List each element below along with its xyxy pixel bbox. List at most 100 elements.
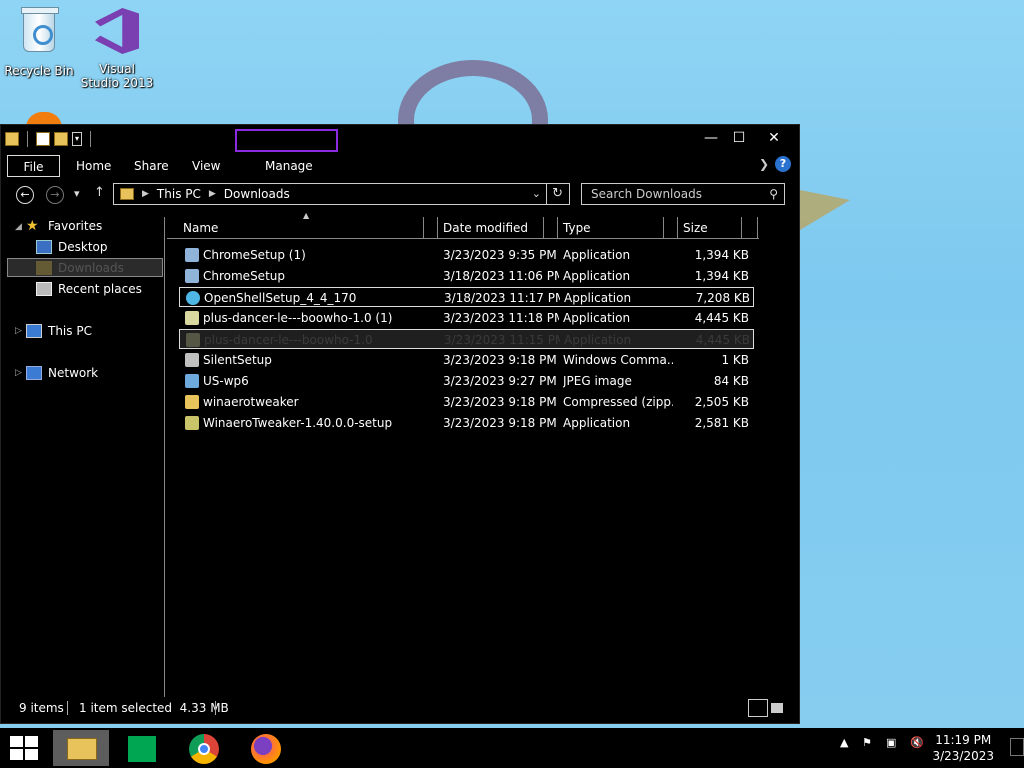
nav-this-pc[interactable]: This PC [26,322,92,340]
file-date-modified: 3/23/2023 11:18 PM [443,311,559,325]
file-type: Compressed (zipp... [563,395,673,409]
breadcrumb-this-pc[interactable]: This PC [157,187,201,201]
column-type[interactable]: Type [563,217,591,239]
new-folder-icon[interactable] [54,132,68,146]
details-view-icon[interactable] [748,699,768,717]
file-explorer-icon [67,738,97,760]
file-row[interactable]: plus-dancer-le---boowho-1.0 (1) 3/23/2023… [179,308,754,328]
file-row[interactable]: ChromeSetup (1) 3/23/2023 9:35 PM Applicat… [179,245,754,265]
minimize-button[interactable]: — [696,127,726,149]
column-resize-handle[interactable] [741,217,742,239]
file-date-modified: 3/23/2023 11:15 PM [444,333,560,347]
file-row[interactable]: OpenShellSetup_4_4_170 3/18/2023 11:17 PM… [179,287,754,307]
chevron-right-icon[interactable]: ▶ [142,189,149,199]
recent-locations-dropdown[interactable]: ▾ [74,187,80,200]
column-resize-handle[interactable] [663,217,664,239]
search-icon[interactable]: ⚲ [769,184,778,204]
column-resize-handle[interactable] [543,217,544,239]
column-header: ▲ Name Date modified Type Size [167,211,759,239]
refresh-icon[interactable]: ↻ [552,186,563,201]
tab-file[interactable]: File [7,155,60,177]
nav-downloads[interactable]: Downloads [36,259,124,277]
search-placeholder: Search Downloads [591,187,702,201]
column-name[interactable]: Name [183,217,218,239]
column-date-modified[interactable]: Date modified [443,217,528,239]
column-size[interactable]: Size [683,217,708,239]
file-row[interactable]: plus-dancer-le---boowho-1.0 3/23/2023 11:… [179,329,754,349]
collapse-arrow-icon[interactable]: ◢ [15,222,22,232]
network-tray-icon[interactable]: ▣ [886,736,896,749]
shell-icon [186,291,200,305]
file-type: JPEG image [563,374,632,388]
search-input[interactable]: Search Downloads ⚲ [581,183,785,205]
installer-icon [185,269,199,283]
selection-info: 1 item selected 4.33 MB [79,701,229,715]
help-icon[interactable]: ? [775,156,791,172]
file-size: 7,208 KB [695,291,750,305]
taskbar-file-explorer[interactable] [53,730,109,766]
clock[interactable]: 11:19 PM 3/23/2023 [932,732,994,764]
nav-desktop[interactable]: Desktop [36,238,108,256]
large-icons-view-icon[interactable] [771,703,783,713]
contextual-tab-highlight [235,129,338,152]
tab-view[interactable]: View [192,155,220,177]
file-name: ChromeSetup (1) [203,248,306,262]
close-button[interactable]: ✕ [759,127,789,149]
file-explorer-window: ▾ — ☐ ✕ File Home Share View Manage ❯ ? … [0,124,800,724]
quick-access-toolbar: ▾ [5,131,95,147]
file-name: SilentSetup [203,353,272,367]
expand-arrow-icon[interactable]: ▷ [15,326,22,336]
up-button[interactable]: ↑ [94,185,105,200]
nav-favorites[interactable]: ★ Favorites [26,217,102,235]
desktop-icon-label: Recycle Bin [4,64,74,78]
forward-button[interactable]: → [46,186,64,204]
file-name: US-wp6 [203,374,249,388]
volume-muted-icon[interactable]: 🔇 [910,736,924,749]
desktop-icon-recycle-bin[interactable]: Recycle Bin [1,6,77,78]
zip-icon [185,395,199,409]
desktop-icon-label: Visual Studio 2013 [80,62,154,90]
taskbar-store[interactable] [114,730,170,766]
maximize-button[interactable]: ☐ [724,127,754,149]
file-row[interactable]: winaerotweaker 3/23/2023 9:18 PM Compresse… [179,392,754,412]
breadcrumb-downloads[interactable]: Downloads [224,187,290,201]
nav-network[interactable]: Network [26,364,98,382]
column-resize-handle[interactable] [423,217,424,239]
file-name: plus-dancer-le---boowho-1.0 [204,333,373,347]
file-row[interactable]: WinaeroTweaker-1.40.0.0-setup 3/23/2023 9… [179,413,754,433]
chevron-right-icon[interactable]: ▶ [209,189,216,199]
clock-time: 11:19 PM [935,733,992,747]
file-row[interactable]: ChromeSetup 3/18/2023 11:06 PM Application… [179,266,754,286]
recycle-bin-icon [21,7,59,52]
sort-ascending-icon: ▲ [303,211,310,220]
tab-home[interactable]: Home [76,155,111,177]
show-hidden-icons[interactable]: ▲ [840,736,848,749]
start-button[interactable] [10,736,38,760]
tab-share[interactable]: Share [134,155,169,177]
file-date-modified: 3/23/2023 9:18 PM [443,416,557,430]
address-dropdown-icon[interactable]: ⌄ [532,187,541,200]
file-size: 1,394 KB [694,269,749,283]
nav-recent-places[interactable]: Recent places [36,280,142,298]
tab-manage[interactable]: Manage [265,155,313,177]
taskbar-firefox[interactable] [238,730,294,766]
customize-toolbar-dropdown[interactable]: ▾ [72,132,82,146]
network-icon [26,366,42,380]
visual-studio-icon [95,8,139,54]
item-count: 9 items [19,701,64,715]
back-button[interactable]: ← [16,186,34,204]
expand-arrow-icon[interactable]: ▷ [15,368,22,378]
taskbar-chrome[interactable] [176,730,232,766]
expand-ribbon-chevron-icon[interactable]: ❯ [759,157,769,171]
setup-icon [185,416,199,430]
properties-icon[interactable] [36,132,50,146]
action-center-flag-icon[interactable]: ⚑ [862,736,872,749]
file-type: Application [564,333,632,347]
folder-icon [120,188,134,200]
file-row[interactable]: US-wp6 3/23/2023 9:27 PM JPEG image 84 KB [179,371,754,391]
address-bar[interactable]: ▶ This PC ▶ Downloads ⌄ ↻ [113,183,570,205]
downloads-folder-icon [36,261,52,275]
file-row[interactable]: SilentSetup 3/23/2023 9:18 PM Windows Comm… [179,350,754,370]
desktop-icon-visual-studio[interactable]: Visual Studio 2013 [79,6,155,90]
show-desktop-button[interactable] [1010,738,1024,756]
